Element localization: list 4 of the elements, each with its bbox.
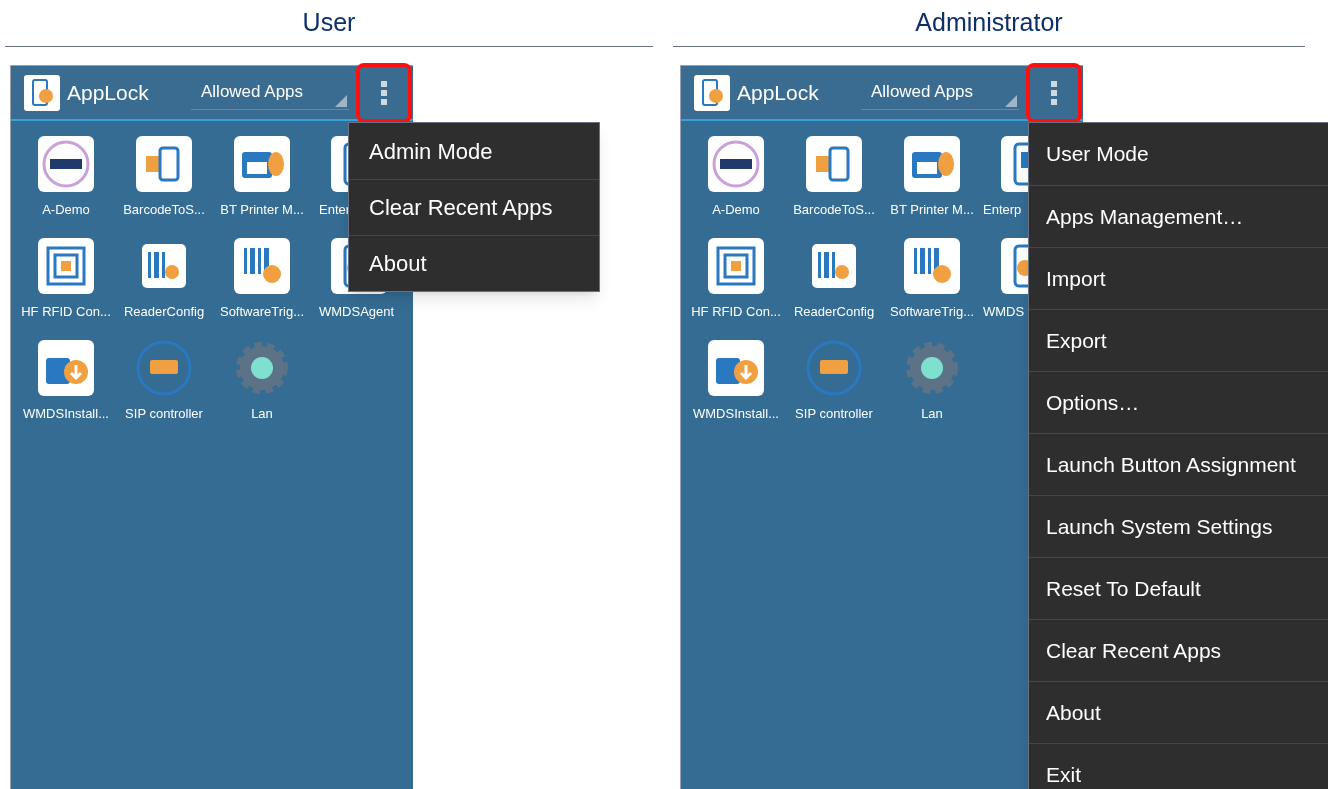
section-heading: Administrator bbox=[915, 7, 1063, 39]
app-title: AppLock bbox=[67, 79, 150, 106]
section-heading: User bbox=[302, 7, 356, 39]
app-title: AppLock bbox=[737, 79, 820, 106]
